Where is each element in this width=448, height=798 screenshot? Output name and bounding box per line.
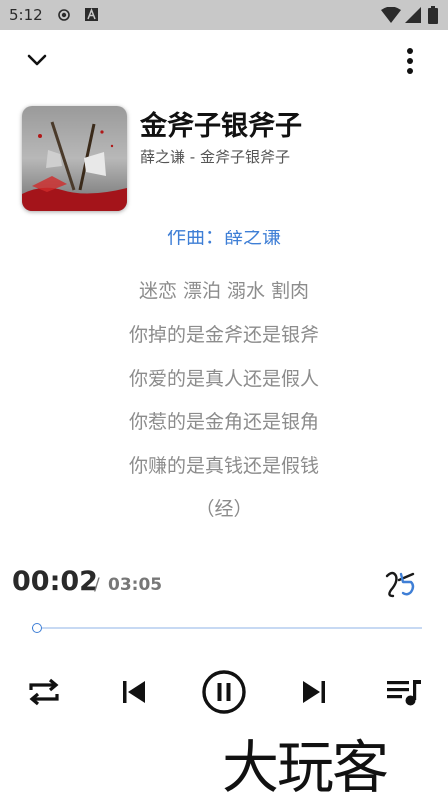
signal-icon [405, 7, 421, 23]
progress-track [32, 627, 422, 629]
lyric-mode-icon[interactable] [383, 566, 419, 600]
lyric-line: （经） [195, 498, 253, 520]
battery-icon [428, 6, 438, 24]
lyric-line: 你惹的是金角还是银角 [128, 411, 319, 433]
lyric-line: 你赚的是真钱还是假钱 [128, 455, 319, 477]
status-bar: 5:12 [0, 0, 448, 30]
pause-icon[interactable] [200, 668, 248, 716]
chevron-down-icon[interactable] [22, 46, 52, 74]
time-separator: / [94, 575, 100, 595]
lyric-line: 迷恋 漂泊 溺水 割肉 [138, 280, 310, 302]
watermark: 大玩客 [222, 735, 389, 798]
repeat-icon[interactable] [22, 670, 66, 714]
record-icon [58, 9, 70, 21]
lyric-line-current: 作曲：薛之谦 [166, 230, 281, 248]
skip-previous-icon[interactable] [112, 670, 156, 714]
more-vertical-icon[interactable] [398, 45, 422, 77]
song-artist-album: 薛之谦 - 金斧子银斧子 [140, 148, 290, 166]
lyrics-panel[interactable]: 作曲：薛之谦 迷恋 漂泊 溺水 割肉 你掉的是金斧还是银斧 你爱的是真人还是假人… [0, 230, 448, 530]
total-time: 03:05 [108, 575, 163, 595]
song-title: 金斧子银斧子 [140, 111, 302, 142]
progress-thumb[interactable] [32, 623, 43, 633]
skip-next-icon[interactable] [292, 670, 336, 714]
album-cover [22, 106, 127, 211]
lyric-line: 你掉的是金斧还是银斧 [128, 324, 319, 346]
wifi-icon [381, 7, 401, 23]
app-a-icon [85, 8, 98, 21]
current-time: 00:02 [12, 566, 98, 597]
lyric-line: 你爱的是真人还是假人 [128, 368, 319, 390]
status-time: 5:12 [9, 6, 43, 24]
progress-slider[interactable] [28, 619, 422, 639]
playlist-icon[interactable] [382, 670, 426, 714]
